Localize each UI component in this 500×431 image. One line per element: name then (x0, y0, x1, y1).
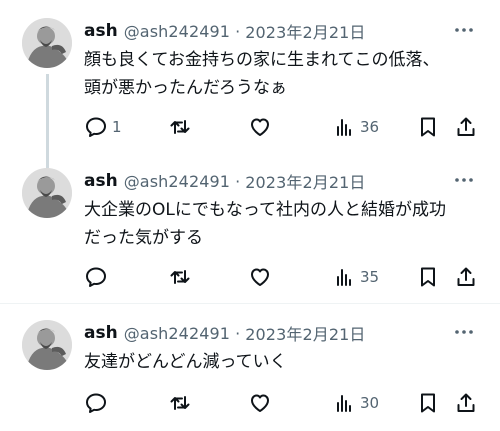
view-count: 30 (360, 394, 380, 412)
share-button[interactable] (454, 264, 478, 290)
like-button[interactable] (248, 114, 276, 140)
like-button[interactable] (248, 264, 276, 290)
bar-chart-icon (337, 395, 351, 412)
bookmark-icon (421, 393, 435, 413)
tweet-header: ash @ash242491 · 2023年2月21日 (84, 168, 366, 194)
tweet-header: ash @ash242491 · 2023年2月21日 (84, 18, 366, 44)
handle[interactable]: @ash242491 (124, 22, 230, 41)
bar-chart-icon (337, 119, 351, 136)
tweet-text: 顔も良くてお金持ちの家に生まれてこの低落、 頭が悪かったんだろうなぁ (84, 46, 474, 102)
reply-button[interactable] (84, 264, 112, 290)
view-count: 35 (360, 268, 380, 286)
tweet-header: ash @ash242491 · 2023年2月21日 (84, 320, 366, 346)
display-name[interactable]: ash (84, 323, 118, 343)
reply-bubble-icon (86, 267, 106, 287)
avatar-image (22, 320, 72, 370)
like-button[interactable] (248, 390, 276, 416)
tweet-date[interactable]: 2023年2月21日 (245, 321, 365, 345)
tweet-text-line: 友達がどんどん減っていく (84, 352, 287, 372)
more-horizontal-icon[interactable] (454, 170, 474, 190)
tweet[interactable]: ash @ash242491 · 2023年2月21日 顔も良くてお金持ちの家に… (0, 18, 500, 172)
action-bar: 30 (84, 390, 480, 416)
view-count: 36 (360, 118, 380, 136)
tweet-date[interactable]: 2023年2月21日 (245, 169, 365, 193)
tweet-text-line: 顔も良くてお金持ちの家に生まれてこの低落、 (84, 50, 440, 70)
display-name[interactable]: ash (84, 171, 118, 191)
heart-icon (251, 394, 269, 412)
bookmark-button[interactable] (416, 114, 440, 140)
share-button[interactable] (454, 390, 478, 416)
views-button[interactable]: 30 (332, 390, 379, 416)
bookmark-button[interactable] (416, 390, 440, 416)
retweet-button[interactable] (168, 114, 196, 140)
share-upload-icon (457, 267, 475, 286)
retweet-arrows-icon (170, 270, 190, 284)
dot-separator: · (235, 323, 241, 343)
handle[interactable]: @ash242491 (124, 172, 230, 191)
reply-bubble-icon (86, 393, 106, 413)
more-horizontal-icon[interactable] (454, 322, 474, 342)
tweet-text: 友達がどんどん減っていく (84, 348, 474, 376)
retweet-button[interactable] (168, 264, 196, 290)
views-button[interactable]: 35 (332, 264, 379, 290)
tweet[interactable]: ash @ash242491 · 2023年2月21日 友達がどんどん減っていく… (0, 320, 500, 431)
tweet-date[interactable]: 2023年2月21日 (245, 19, 365, 43)
avatar[interactable] (22, 320, 72, 370)
share-button[interactable] (454, 114, 478, 140)
retweet-arrows-icon (170, 396, 190, 410)
reply-button[interactable] (84, 390, 112, 416)
share-upload-icon (457, 393, 475, 412)
tweet-text-line: 頭が悪かったんだろうなぁ (84, 78, 287, 98)
bookmark-icon (421, 117, 435, 137)
tweet[interactable]: ash @ash242491 · 2023年2月21日 大企業のOLにでもなって… (0, 168, 500, 302)
avatar-image (22, 18, 72, 68)
reply-count: 1 (112, 118, 122, 136)
thread-line (46, 74, 49, 172)
avatar[interactable] (22, 168, 72, 218)
share-upload-icon (457, 117, 475, 136)
more-horizontal-icon[interactable] (454, 20, 474, 40)
tweet-text-line: だった気がする (84, 228, 203, 248)
bookmark-icon (421, 267, 435, 287)
reply-button[interactable]: 1 (84, 114, 122, 140)
heart-icon (251, 268, 269, 286)
avatar-image (22, 168, 72, 218)
views-button[interactable]: 36 (332, 114, 379, 140)
bar-chart-icon (337, 269, 351, 286)
dot-separator: · (235, 21, 241, 41)
action-bar: 35 (84, 264, 480, 290)
tweet-text-line: 大企業のOLにでもなって社内の人と結婚が成功 (84, 200, 447, 220)
handle[interactable]: @ash242491 (124, 324, 230, 343)
tweet-divider (0, 303, 500, 304)
reply-bubble-icon (86, 117, 106, 137)
bookmark-button[interactable] (416, 264, 440, 290)
display-name[interactable]: ash (84, 21, 118, 41)
retweet-button[interactable] (168, 390, 196, 416)
heart-icon (251, 118, 269, 136)
dot-separator: · (235, 171, 241, 191)
action-bar: 1 36 (84, 114, 480, 140)
avatar[interactable] (22, 18, 72, 68)
tweet-text: 大企業のOLにでもなって社内の人と結婚が成功 だった気がする (84, 196, 474, 252)
retweet-arrows-icon (170, 120, 190, 134)
